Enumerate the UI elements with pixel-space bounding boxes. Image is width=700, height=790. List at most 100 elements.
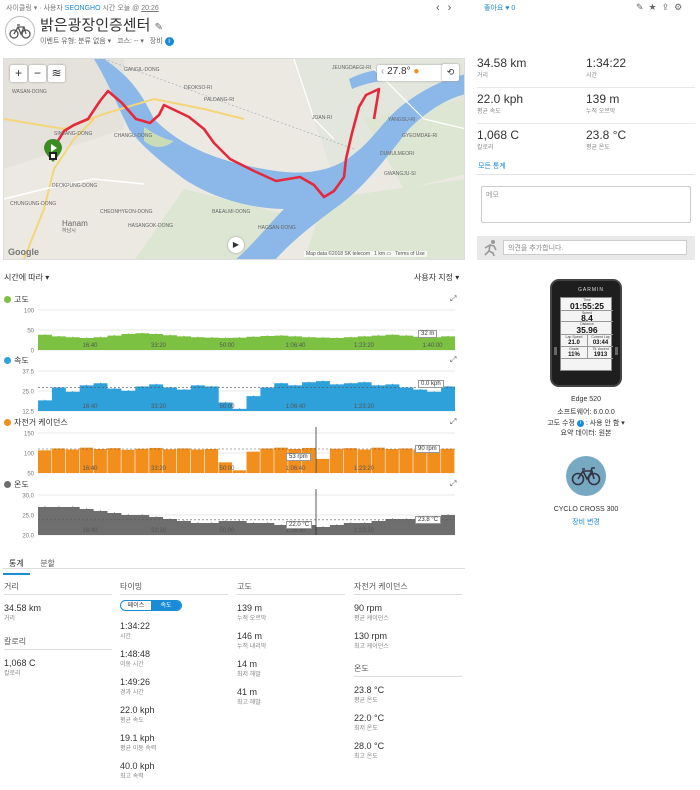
map-place-label: DUMULMEORI: [380, 151, 415, 157]
elevation-rows: 139 m 누적 오르막 146 m 누적 내리막 14 m 최저 해발 41 m 최고 해발: [237, 603, 345, 706]
chart-title: 온도: [4, 479, 29, 490]
series-point: [72, 506, 74, 508]
x-tick-label: 1:23:20: [354, 466, 375, 472]
y-tick-label: 12.5: [22, 410, 34, 416]
crumb-user[interactable]: SEONGHO: [65, 5, 101, 12]
expand-icon[interactable]: ⤢: [450, 294, 456, 304]
play-button[interactable]: ▶: [228, 237, 244, 253]
y-tick-label: 0: [31, 349, 35, 355]
distance-value: 34.58 km: [4, 603, 42, 613]
activity-nav: ‹›: [436, 2, 459, 14]
altitude-fix-select[interactable]: : 사용 안 함 ▾: [586, 420, 625, 427]
edit-icon[interactable]: ✎: [636, 2, 649, 12]
map-terms[interactable]: Terms of Use: [395, 251, 424, 257]
tab-stats[interactable]: 통계: [3, 556, 30, 575]
expand-icon[interactable]: ⤢: [450, 417, 456, 427]
stat-item: 130 rpm 최고 케이던스: [354, 631, 462, 650]
device-field-value: 21.0: [568, 340, 580, 346]
y-tick-label: 100: [24, 309, 35, 315]
weather-widget[interactable]: ‹ 27.8° ●: [377, 65, 447, 81]
stat-value: 19.1 kph: [120, 733, 155, 743]
series-point: [127, 514, 129, 516]
series-point: [211, 337, 213, 339]
cadence-bar: [246, 451, 260, 473]
stat-value: 146 m: [237, 631, 263, 641]
stat-label: 최저 해발: [237, 672, 261, 678]
series-point: [350, 336, 352, 338]
device-image: GARMIN Time 01:55:25 Speed 8.4 Distance 35.96…: [550, 279, 622, 387]
expand-icon[interactable]: ⤢: [450, 479, 456, 489]
device-screen: Time 01:55:25 Speed 8.4 Distance 35.96 Lap Spe…: [560, 297, 613, 371]
event-type-select[interactable]: 이벤트 유형: 분류 없음 ▾: [40, 38, 111, 45]
route-map[interactable]: + − ≋ ‹ 27.8° ● ⟲ ▶ Google Map data ©201…: [3, 58, 465, 260]
series-point: [211, 522, 213, 524]
series-point: [294, 335, 296, 337]
series-point: [266, 522, 268, 524]
zoom-out-button[interactable]: −: [29, 65, 46, 82]
custom-select[interactable]: 사용자 지정 ▾: [414, 272, 459, 283]
map-place-label: 하남시: [62, 228, 76, 234]
crumb-activity[interactable]: 사이클링: [6, 5, 32, 12]
stat-item: 19.1 kph 평균 이동 속력: [120, 733, 228, 752]
layers-icon[interactable]: ≋: [48, 65, 65, 82]
series-point: [294, 384, 296, 386]
series-point: [350, 522, 352, 524]
comment-input[interactable]: 의견을 추가합니다.: [503, 240, 687, 255]
series-point: [113, 335, 116, 337]
all-stats-link[interactable]: 모든 통계: [478, 161, 506, 171]
series-dot-icon: [4, 419, 11, 427]
device-field-value: 11%: [568, 352, 580, 358]
crumb-time-date: 오늘 @: [117, 5, 140, 12]
series-point: [225, 520, 227, 522]
share-icon[interactable]: ⇪: [662, 2, 675, 12]
stat-label: 최저 온도: [354, 726, 378, 732]
series-area: [38, 507, 455, 535]
x-axis-select[interactable]: 시간에 따라 ▾: [4, 272, 49, 283]
notes-field[interactable]: 메모: [481, 186, 691, 223]
info-icon[interactable]: i: [576, 419, 584, 427]
expand-icon[interactable]: ⤢: [450, 355, 456, 365]
calories-heading: 칼로리: [4, 636, 112, 650]
summary-label: 평균 속도: [477, 109, 501, 115]
x-tick-label: 16:40: [82, 466, 98, 472]
pace-speed-toggle[interactable]: 페이스 속도: [120, 600, 182, 611]
stat-item: 41 m 최고 해발: [237, 687, 345, 706]
summary-label: 칼로리: [477, 145, 494, 151]
device-field: Speed 8.4: [561, 311, 613, 322]
chevron-left-icon: ‹: [381, 66, 385, 77]
device-button-right: [615, 347, 618, 355]
x-tick-label: 33:20: [151, 466, 167, 472]
series-point: [86, 384, 88, 386]
series-point: [377, 335, 380, 337]
course-select[interactable]: 코스: -- ▾: [117, 38, 144, 45]
star-icon[interactable]: ★: [649, 2, 662, 12]
gear-icon[interactable]: ⚙: [674, 2, 687, 12]
change-gear-link[interactable]: 장비 변경: [477, 517, 695, 527]
chart-title: 자전거 케이던스: [4, 417, 68, 428]
map-settings-icon[interactable]: ⟲: [442, 64, 459, 81]
cadence-heading: 자전거 케이던스: [354, 581, 462, 595]
x-tick-label: 50:00: [219, 466, 235, 472]
activity-title[interactable]: 밝은광장인증센터 ✎: [40, 14, 163, 35]
pencil-icon[interactable]: ✎: [155, 22, 163, 33]
series-point: [141, 332, 143, 334]
next-arrow-icon[interactable]: ›: [448, 2, 460, 14]
summary-label: 평균 온도: [586, 145, 610, 151]
series-point: [155, 383, 157, 385]
series-point: [364, 335, 366, 337]
tab-splits[interactable]: 분할: [34, 556, 61, 573]
stat-label: 평균 케이던스: [354, 616, 389, 622]
gear-label: 장비: [149, 38, 163, 45]
prev-arrow-icon[interactable]: ‹: [436, 2, 448, 14]
summary-item: 139 m 누적 오르막: [586, 87, 695, 115]
weather-temperature: 27.8°: [387, 66, 411, 77]
toggle-pace[interactable]: 페이스: [121, 601, 151, 610]
chart-readout: 22.0 °C: [286, 521, 313, 529]
x-tick-label: 16:40: [82, 404, 98, 410]
series-point: [183, 520, 185, 522]
series-point: [127, 333, 129, 335]
zoom-in-button[interactable]: +: [10, 65, 27, 82]
like-button[interactable]: 좋아요 ♥ 0: [484, 3, 515, 13]
toggle-speed[interactable]: 속도: [151, 601, 181, 610]
info-icon[interactable]: i: [164, 36, 174, 46]
